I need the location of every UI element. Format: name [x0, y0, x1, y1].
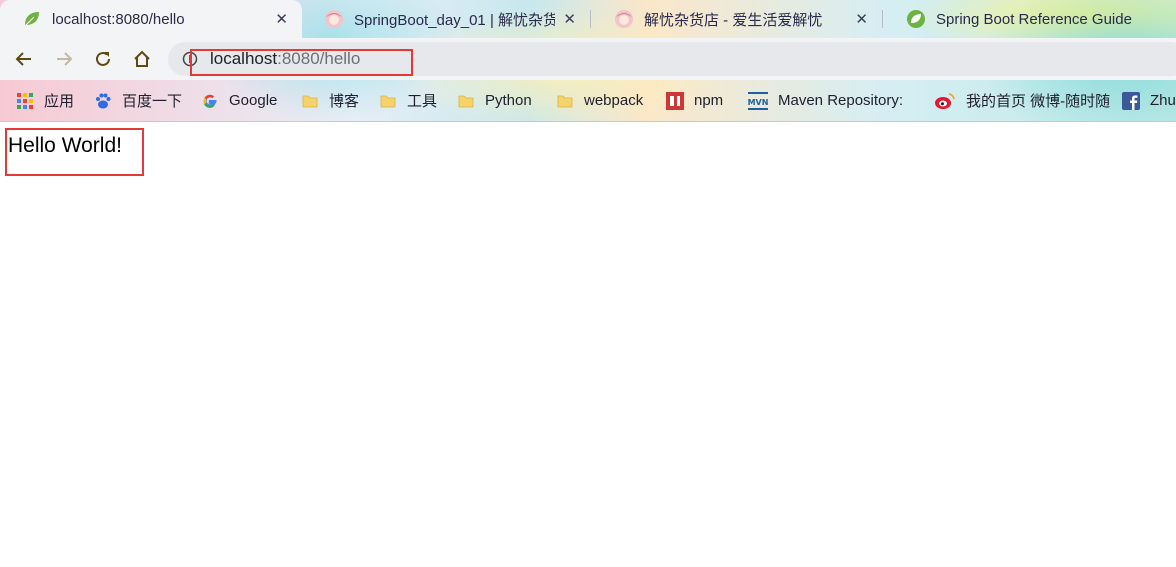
browser-chrome: localhost:8080/hello ✕ SpringBoot_day_01…: [0, 0, 1176, 122]
tab-title: Spring Boot Reference Guide: [936, 10, 1132, 28]
bookmark-folder-webpack[interactable]: webpack: [556, 80, 643, 121]
weibo-icon: [934, 92, 956, 110]
google-g-icon: [201, 92, 219, 110]
tab-title: localhost:8080/hello: [52, 10, 185, 28]
npm-icon: [666, 91, 684, 110]
reload-icon[interactable]: [92, 48, 114, 70]
bookmark-label: Python: [485, 92, 532, 109]
tab-separator: [882, 10, 883, 28]
folder-icon: [457, 92, 475, 110]
close-icon[interactable]: ✕: [563, 10, 576, 28]
tab-jieyou-store[interactable]: 解忧杂货店 - 爱生活爱解忧 ✕: [592, 0, 882, 38]
tab-title: 解忧杂货店 - 爱生活爱解忧: [644, 11, 823, 29]
tab-springboot-day01[interactable]: SpringBoot_day_01 | 解忧杂货店 ✕: [302, 0, 590, 38]
bookmark-facebook[interactable]: Zhu: [1122, 80, 1176, 121]
bookmark-label: Zhu: [1150, 92, 1176, 109]
bookmark-folder-python[interactable]: Python: [457, 80, 532, 121]
bookmark-label: 百度一下: [122, 93, 183, 110]
page-content: Hello World!: [0, 122, 1176, 567]
bookmark-label: webpack: [584, 92, 644, 109]
baidu-paw-icon: [94, 92, 112, 110]
bookmark-weibo[interactable]: 我的首页 微博-随时随: [934, 80, 1110, 121]
tab-localhost-hello[interactable]: localhost:8080/hello ✕: [0, 0, 302, 38]
tab-strip: localhost:8080/hello ✕ SpringBoot_day_01…: [0, 0, 1176, 38]
anime-avatar-icon: [614, 9, 634, 29]
bookmark-label: Maven Repository:: [778, 92, 904, 109]
mvn-icon: MVN: [748, 91, 768, 110]
bookmark-npm[interactable]: npm: [666, 80, 723, 121]
back-arrow-icon[interactable]: [13, 48, 35, 70]
bookmark-label: 应用: [44, 93, 75, 110]
bookmark-label: 我的首页 微博-随时随: [966, 93, 1110, 110]
bookmark-label: 博客: [329, 93, 360, 110]
home-icon[interactable]: [131, 48, 153, 70]
close-icon[interactable]: ✕: [855, 10, 868, 28]
bookmark-folder-blog[interactable]: 博客: [301, 80, 359, 121]
toolbar: localhost:8080/hello: [0, 38, 1176, 80]
bookmark-maven[interactable]: MVN Maven Repository:: [748, 80, 914, 121]
spring-logo-icon: [906, 9, 926, 29]
bookmark-label: 工具: [407, 93, 438, 110]
bookmark-apps[interactable]: 应用: [16, 80, 74, 121]
tab-separator: [590, 10, 591, 28]
tab-spring-boot-reference[interactable]: Spring Boot Reference Guide: [884, 0, 1176, 38]
bookmark-label: Google: [229, 92, 278, 109]
folder-icon: [301, 92, 319, 110]
bookmark-baidu[interactable]: 百度一下: [94, 80, 182, 121]
hello-highlight-box: [5, 128, 144, 176]
bookmark-folder-tools[interactable]: 工具: [379, 80, 437, 121]
anime-avatar-icon: [324, 9, 344, 29]
url-highlight-box: [190, 49, 413, 76]
close-icon[interactable]: ✕: [275, 10, 288, 28]
folder-icon: [379, 92, 397, 110]
tab-title: SpringBoot_day_01 | 解忧杂货店: [354, 11, 556, 29]
svg-text:MVN: MVN: [748, 98, 768, 107]
facebook-icon: [1122, 91, 1140, 110]
forward-arrow-icon[interactable]: [53, 48, 75, 70]
spring-leaf-icon: [22, 9, 42, 29]
bookmark-google[interactable]: Google: [201, 80, 277, 121]
apps-grid-icon: [16, 92, 34, 110]
bookmarks-bar: 应用 百度一下 Google 博客 工具 Python webpack npm …: [0, 80, 1176, 121]
folder-icon: [556, 92, 574, 110]
bookmark-label: npm: [694, 92, 724, 109]
